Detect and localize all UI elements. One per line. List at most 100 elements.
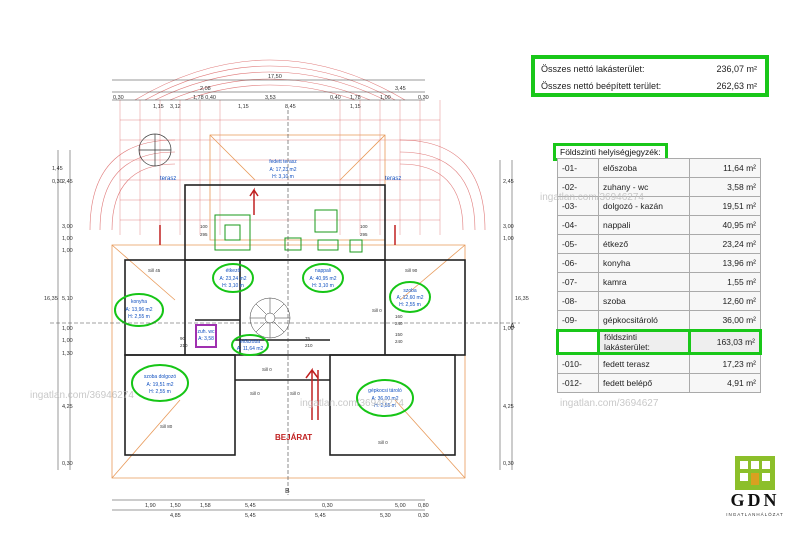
svg-text:5,45: 5,45	[315, 513, 326, 519]
room-code: -05-	[557, 234, 599, 254]
svg-text:1,00: 1,00	[62, 338, 73, 344]
svg-text:1,00: 1,00	[62, 248, 73, 254]
room-name-dining: étkező	[226, 268, 241, 274]
watermark: ingatlan.com/36946274	[540, 192, 644, 203]
svg-text:1,45: 1,45	[52, 166, 63, 172]
right-terrace-pattern	[399, 139, 486, 231]
svg-text:3,45: 3,45	[395, 86, 406, 92]
room-labels: fedett terasz A: 17,23 m2 H: 3,10 m étke…	[126, 159, 424, 409]
svg-text:Sill 0: Sill 0	[378, 440, 388, 445]
svg-text:A: 19,51 m2: A: 19,51 m2	[147, 382, 174, 388]
room-area: 11,64 m²	[689, 158, 761, 178]
room-name-living: nappali	[315, 268, 331, 274]
svg-text:4,25: 4,25	[62, 404, 73, 410]
svg-text:0,80: 0,80	[418, 503, 429, 509]
svg-text:Sill 80: Sill 80	[160, 424, 173, 429]
gdn-logo: GDN INGATLANHÁLÓZAT	[715, 452, 795, 524]
room-name: gépkocsitároló	[598, 310, 690, 331]
room-name-hall: előszoba	[240, 339, 260, 345]
room-code: -08-	[557, 291, 599, 311]
logo-text: GDN	[730, 490, 780, 510]
room-area: 4,91 m²	[689, 373, 761, 393]
svg-text:H: 3,10 m: H: 3,10 m	[222, 283, 244, 289]
room-name-bath: zuh. wc	[198, 329, 215, 335]
svg-text:4,85: 4,85	[170, 513, 181, 519]
svg-text:Sill 0: Sill 0	[262, 367, 272, 372]
svg-text:1,15: 1,15	[153, 104, 164, 110]
room-name-kitchen: konyha	[131, 299, 147, 305]
svg-text:H: 2,55 m: H: 2,55 m	[128, 314, 150, 320]
svg-text:2,08: 2,08	[200, 86, 211, 92]
svg-text:H: 2,55 m: H: 2,55 m	[399, 302, 421, 308]
svg-text:1,78 0,40: 1,78 0,40	[193, 95, 216, 101]
svg-text:5,10: 5,10	[62, 296, 73, 302]
svg-text:295: 295	[200, 232, 208, 237]
svg-text:240: 240	[395, 339, 403, 344]
svg-text:A: 11,64 m2: A: 11,64 m2	[237, 346, 264, 352]
svg-text:1,58: 1,58	[200, 503, 211, 509]
room-code: -012-	[557, 373, 599, 393]
room-list-row: -09- gépkocsitároló 36,00 m²	[557, 310, 761, 331]
svg-text:3,00: 3,00	[503, 224, 514, 230]
room-list-row: -010- fedett terasz 17,23 m²	[557, 353, 761, 374]
svg-text:1,90: 1,90	[145, 503, 156, 509]
room-code: -01-	[557, 158, 599, 178]
svg-text:3,00: 3,00	[62, 224, 73, 230]
logo-subtext: INGATLANHÁLÓZAT	[726, 512, 784, 517]
svg-text:8,45: 8,45	[285, 104, 296, 110]
area-summary-box: Összes nettó lakásterület: 236,07 m² Öss…	[531, 55, 769, 97]
walls	[124, 184, 466, 456]
svg-text:A: 13,96 m2: A: 13,96 m2	[126, 307, 153, 313]
section-labels: A B	[285, 323, 515, 495]
svg-text:1,00: 1,00	[62, 236, 73, 242]
watermark: ingatlan.com/36946274	[300, 398, 404, 409]
svg-text:0,30: 0,30	[503, 461, 514, 467]
svg-text:5,30: 5,30	[380, 513, 391, 519]
svg-text:1,78: 1,78	[350, 95, 361, 101]
svg-text:H: 3,10 m: H: 3,10 m	[272, 174, 294, 180]
sill-labels: Sill 45 Sill 90 Sill 80 Sill 0 Sill 0 Si…	[148, 268, 418, 445]
room-area: 40,95 m²	[689, 215, 761, 235]
room-area: 36,00 m²	[689, 310, 761, 331]
room-name: fedett belépő	[598, 373, 690, 393]
room-code: -07-	[557, 272, 599, 292]
svg-text:Sill 0: Sill 0	[372, 308, 382, 313]
total-label: földszinti lakásterület:	[597, 329, 691, 355]
svg-text:A: A	[510, 323, 515, 330]
svg-text:1,15: 1,15	[238, 104, 249, 110]
svg-text:2,45: 2,45	[503, 179, 514, 185]
left-dimension-labels: 1,45 0,30 2,45 3,00 1,00 1,00 16,35 5,10…	[44, 166, 73, 467]
svg-text:terasz: terasz	[385, 176, 401, 182]
svg-text:0,30: 0,30	[418, 95, 429, 101]
svg-text:0,40: 0,40	[330, 95, 341, 101]
svg-text:A: 23,24 m2: A: 23,24 m2	[220, 276, 247, 282]
svg-text:1,00: 1,00	[62, 326, 73, 332]
svg-text:1,15: 1,15	[350, 104, 361, 110]
floor-plan: 17,50 2,08 3,45 0,30 1,78 0,40 3,53 0,40…	[44, 59, 529, 519]
room-name: fedett terasz	[598, 353, 690, 374]
summary-net-built-area: Összes nettó beépített terület: 262,63 m…	[541, 81, 757, 91]
room-list-row: -01- előszoba 11,64 m²	[557, 158, 761, 178]
room-area: 17,23 m²	[689, 353, 761, 374]
svg-text:210: 210	[180, 343, 188, 348]
watermark: ingatlan.com/3694627	[560, 398, 659, 409]
spiral-staircase	[249, 297, 291, 339]
svg-text:A: 12,60 m2: A: 12,60 m2	[397, 295, 424, 301]
room-list-total: földszinti lakásterület: 163,03 m²	[556, 329, 762, 355]
svg-text:1,00: 1,00	[380, 95, 391, 101]
dim-overall: 17,50	[268, 74, 282, 80]
svg-text:160: 160	[395, 314, 403, 319]
svg-text:Sill 90: Sill 90	[405, 268, 418, 273]
svg-text:Sill 0: Sill 0	[290, 391, 300, 396]
room-list-row: -04- nappali 40,95 m²	[557, 215, 761, 235]
tree-symbol	[138, 133, 172, 167]
watermark: ingatlan.com/36946274	[30, 390, 134, 401]
svg-text:A: 3,58: A: 3,58	[198, 336, 214, 342]
svg-text:2,45: 2,45	[62, 179, 73, 185]
svg-text:BEJÁRAT: BEJÁRAT	[275, 433, 312, 442]
entrance-label: BEJÁRAT	[275, 433, 312, 442]
bottom-dimension-labels: 1,90 1,50 1,58 5,45 0,30 5,00 0,80 4,85 …	[145, 503, 429, 519]
svg-text:1,50: 1,50	[170, 503, 181, 509]
svg-text:H: 3,10 m: H: 3,10 m	[312, 283, 334, 289]
svg-text:100: 100	[360, 224, 368, 229]
